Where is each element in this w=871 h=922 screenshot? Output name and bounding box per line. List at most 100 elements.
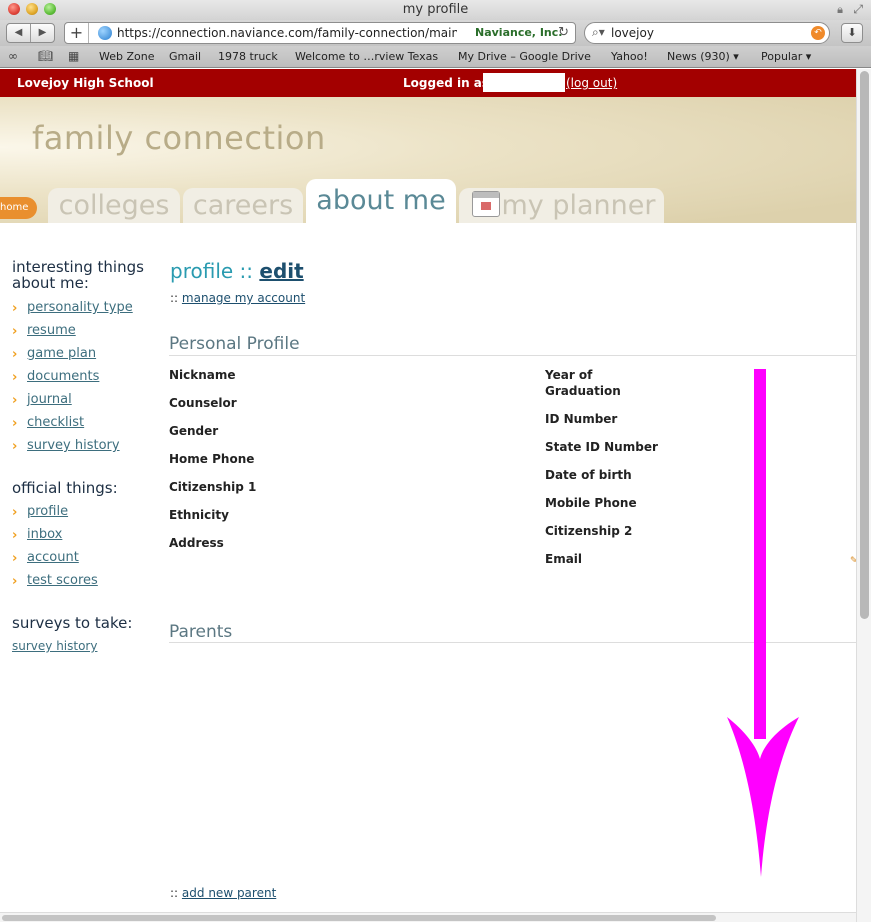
school-name: Lovejoy High School bbox=[17, 76, 154, 90]
arrow-shaft bbox=[754, 369, 766, 739]
page-title: profile :: edit bbox=[170, 259, 304, 283]
field-email: Email bbox=[545, 552, 583, 566]
sidebar-item-checklist[interactable]: › checklist bbox=[12, 415, 84, 431]
browser-toolbar: ◀ ▶ + https://connection.naviance.com/fa… bbox=[0, 20, 871, 46]
top-sites-grid-icon[interactable]: ▦ bbox=[68, 49, 79, 63]
field-date-of-birth: Date of birth bbox=[545, 468, 632, 482]
bookmark-item[interactable]: Welcome to …rview Texas bbox=[295, 50, 438, 63]
logged-in-label: Logged in as: bbox=[403, 76, 494, 90]
lock-icon: 🔒︎ bbox=[837, 3, 843, 16]
reload-icon[interactable]: ↻ bbox=[558, 25, 569, 40]
search-clear-icon[interactable]: ↶ bbox=[811, 26, 825, 40]
sidebar-item-survey-history[interactable]: › survey history bbox=[12, 438, 120, 454]
edit-profile-link[interactable]: edit bbox=[259, 259, 303, 283]
field-citizenship-1: Citizenship 1 bbox=[169, 480, 257, 494]
bookmark-item[interactable]: Gmail bbox=[169, 50, 201, 63]
chevron-right-icon: › bbox=[12, 347, 18, 362]
reading-list-icon[interactable]: ∞ bbox=[8, 49, 18, 63]
horizontal-scrollbar[interactable] bbox=[0, 912, 856, 922]
tab-my-planner-label: my planner bbox=[501, 190, 656, 221]
bookmarks-bar: ∞ 📖︎ ▦ Web Zone Gmail 1978 truck Welcome… bbox=[0, 46, 871, 68]
chevron-right-icon: › bbox=[12, 528, 18, 543]
add-new-parent-link[interactable]: add new parent bbox=[182, 886, 276, 900]
back-icon[interactable]: ◀ bbox=[7, 24, 31, 42]
search-field[interactable]: ⌕▾ ↶ bbox=[584, 22, 830, 44]
sidebar-item-inbox[interactable]: › inbox bbox=[12, 527, 62, 543]
sidebar-item-personality-type[interactable]: › personality type bbox=[12, 300, 133, 316]
sidebar-heading-interesting: interesting things about me: bbox=[12, 258, 144, 292]
chevron-right-icon: › bbox=[12, 370, 18, 385]
bookmark-item[interactable]: My Drive – Google Drive bbox=[458, 50, 591, 63]
tab-about-me[interactable]: about me bbox=[306, 179, 456, 223]
field-home-phone: Home Phone bbox=[169, 452, 255, 466]
personal-profile-heading: Personal Profile bbox=[169, 334, 300, 354]
chevron-right-icon: › bbox=[12, 574, 18, 589]
sidebar-item-journal[interactable]: › journal bbox=[12, 392, 72, 408]
site-banner: family connection home colleges careers … bbox=[0, 97, 856, 223]
field-state-id-number: State ID Number bbox=[545, 440, 658, 454]
scroll-down-arrow-icon bbox=[727, 369, 799, 877]
sidebar-item-game-plan[interactable]: › game plan bbox=[12, 346, 96, 362]
parents-heading: Parents bbox=[169, 622, 233, 642]
vertical-scrollbar[interactable] bbox=[856, 69, 871, 922]
field-nickname: Nickname bbox=[169, 368, 236, 382]
address-bar[interactable]: + https://connection.naviance.com/family… bbox=[64, 22, 576, 44]
logout-link[interactable]: (log out) bbox=[566, 76, 617, 90]
arrow-head bbox=[727, 717, 799, 877]
site-globe-icon bbox=[98, 26, 112, 40]
sidebar: interesting things about me: › personalit… bbox=[12, 259, 162, 659]
bookmark-item[interactable]: Yahoo! bbox=[611, 50, 648, 63]
search-input[interactable] bbox=[611, 26, 801, 40]
manage-account-link[interactable]: manage my account bbox=[182, 291, 305, 305]
sidebar-item-account[interactable]: › account bbox=[12, 550, 79, 566]
sidebar-heading-official: official things: bbox=[12, 479, 118, 497]
window-title: my profile bbox=[402, 2, 469, 17]
field-id-number: ID Number bbox=[545, 412, 618, 426]
chevron-right-icon: › bbox=[12, 324, 18, 339]
downloads-icon[interactable]: ⬇ bbox=[841, 23, 863, 43]
field-address: Address bbox=[169, 536, 224, 550]
bookmark-item[interactable]: 1978 truck bbox=[218, 50, 278, 63]
manage-account-row: :: manage my account bbox=[170, 291, 306, 305]
chevron-right-icon: › bbox=[12, 551, 18, 566]
sidebar-item-documents[interactable]: › documents bbox=[12, 369, 99, 385]
field-mobile-phone: Mobile Phone bbox=[545, 496, 637, 510]
chevron-right-icon: › bbox=[12, 505, 18, 520]
sidebar-heading-surveys: surveys to take: bbox=[12, 614, 133, 632]
site-identity-badge[interactable]: Naviance, Inc. bbox=[475, 26, 562, 39]
bookmark-item[interactable]: Popular ▾ bbox=[761, 50, 811, 63]
redacted-username bbox=[483, 73, 565, 92]
field-ethnicity: Ethnicity bbox=[169, 508, 229, 522]
field-citizenship-2: Citizenship 2 bbox=[545, 524, 633, 538]
fullscreen-icon[interactable]: ⤢ bbox=[853, 2, 863, 17]
banner-title: family connection bbox=[32, 119, 326, 157]
tab-my-planner[interactable]: my planner bbox=[459, 188, 664, 223]
chevron-right-icon: › bbox=[12, 416, 18, 431]
field-counselor: Counselor bbox=[169, 396, 237, 410]
chevron-right-icon: › bbox=[12, 301, 18, 316]
back-forward-buttons: ◀ ▶ bbox=[6, 23, 55, 43]
vertical-scroll-thumb[interactable] bbox=[860, 71, 869, 619]
sidebar-item-surveys-history[interactable]: survey history bbox=[12, 639, 97, 653]
tab-home[interactable]: home bbox=[0, 197, 37, 219]
new-tab-plus-icon[interactable]: + bbox=[65, 23, 89, 43]
add-parent-row: :: add new parent bbox=[170, 886, 277, 900]
bookmarks-book-icon[interactable]: 📖︎ bbox=[38, 49, 53, 63]
horizontal-scroll-thumb[interactable] bbox=[2, 915, 716, 921]
sidebar-item-test-scores[interactable]: › test scores bbox=[12, 573, 98, 589]
url-text[interactable]: https://connection.naviance.com/family-c… bbox=[117, 26, 457, 40]
browser-window: my profile 🔒︎ ⤢ ◀ ▶ + https://connection… bbox=[0, 0, 871, 922]
sidebar-item-profile[interactable]: › profile bbox=[12, 504, 68, 520]
chevron-right-icon: › bbox=[12, 393, 18, 408]
chevron-right-icon: › bbox=[12, 439, 18, 454]
forward-icon[interactable]: ▶ bbox=[31, 24, 54, 42]
tab-colleges[interactable]: colleges bbox=[48, 188, 180, 223]
bookmark-item[interactable]: News (930) ▾ bbox=[667, 50, 739, 63]
search-icon[interactable]: ⌕▾ bbox=[592, 25, 605, 40]
sidebar-item-resume[interactable]: › resume bbox=[12, 323, 76, 339]
calendar-icon bbox=[472, 191, 500, 217]
top-header-bar: Lovejoy High School Logged in as: (log o… bbox=[0, 69, 856, 97]
page-content: Lovejoy High School Logged in as: (log o… bbox=[0, 69, 856, 922]
bookmark-item[interactable]: Web Zone bbox=[99, 50, 154, 63]
tab-careers[interactable]: careers bbox=[183, 188, 303, 223]
